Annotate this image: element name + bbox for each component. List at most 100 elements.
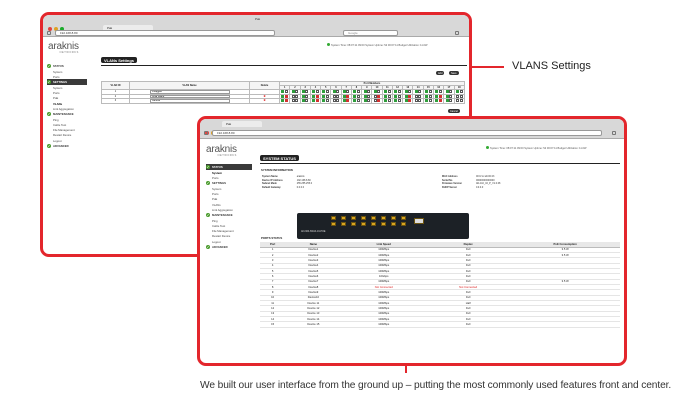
tagged-checkbox[interactable] [356, 99, 360, 103]
port-member-cell [381, 98, 393, 104]
title-rule [260, 163, 620, 164]
tagged-checkbox[interactable] [295, 90, 299, 94]
tagged-checkbox[interactable] [356, 90, 360, 94]
port-checkbox-pair [281, 99, 288, 103]
port-checkbox-pair [384, 94, 391, 98]
vlan-name-input[interactable] [149, 90, 230, 94]
check-circle-icon: ✓ [47, 80, 51, 85]
tagged-checkbox[interactable] [284, 90, 288, 94]
menu-icon[interactable] [455, 31, 459, 35]
tagged-checkbox[interactable] [418, 90, 422, 94]
tagged-checkbox[interactable] [387, 99, 391, 103]
tagged-checkbox[interactable] [295, 99, 299, 103]
tagged-checkbox[interactable] [387, 94, 391, 98]
tagged-checkbox[interactable] [305, 99, 309, 103]
tagged-checkbox[interactable] [367, 94, 370, 98]
browser-tab[interactable]: Pak [222, 121, 262, 127]
section-ports-status: PORTS STATUS [261, 236, 283, 240]
tagged-checkbox[interactable] [315, 99, 319, 103]
port-checkbox-pair [291, 90, 299, 94]
port-checkbox-pair [312, 94, 319, 98]
system-status-bar: System Time: 08:07:11 09:00 System Uptim… [326, 43, 427, 47]
tagged-checkbox[interactable] [305, 90, 309, 94]
tagged-checkbox[interactable] [325, 99, 329, 103]
tagged-checkbox[interactable] [408, 99, 412, 103]
delete-icon[interactable]: ✖ [263, 95, 265, 98]
search-input[interactable]: Google [343, 30, 398, 36]
port-checkbox-pair [425, 94, 432, 98]
tagged-checkbox[interactable] [459, 99, 463, 103]
back-icon[interactable] [204, 131, 208, 135]
tagged-checkbox[interactable] [438, 94, 442, 98]
tagged-checkbox[interactable] [418, 99, 422, 103]
vlan-name-input[interactable] [149, 94, 230, 98]
tagged-checkbox[interactable] [356, 94, 360, 98]
port-member-cell [391, 98, 404, 104]
tagged-checkbox[interactable] [377, 99, 381, 103]
port-checkbox-pair [425, 90, 432, 94]
back-icon[interactable] [47, 31, 51, 35]
tagged-checkbox[interactable] [387, 90, 391, 94]
port-row: 15 Device 15 100Mbps Full [260, 321, 620, 328]
port-checkbox-pair [404, 94, 412, 98]
tagged-checkbox[interactable] [315, 90, 319, 94]
tagged-checkbox[interactable] [325, 90, 329, 94]
sidebar-group-advanced[interactable]: ✓ ADVANCED [47, 143, 87, 149]
tagged-checkbox[interactable] [367, 99, 370, 103]
tagged-checkbox[interactable] [438, 99, 442, 103]
add-button[interactable]: Add [436, 71, 445, 75]
tagged-checkbox[interactable] [325, 94, 329, 98]
vlan-name-input[interactable] [149, 99, 230, 103]
tagged-checkbox[interactable] [377, 90, 381, 94]
tagged-checkbox[interactable] [408, 94, 412, 98]
tagged-checkbox[interactable] [428, 94, 432, 98]
url-input[interactable]: 192.168.8.80 [55, 30, 275, 36]
port-checkbox-pair [435, 90, 442, 94]
tagged-checkbox[interactable] [336, 90, 340, 94]
port-checkbox-pair [435, 99, 442, 103]
port-checkbox-pair [332, 90, 340, 94]
port-checkbox-pair [373, 99, 381, 103]
tagged-checkbox[interactable] [459, 94, 463, 98]
system-status-text: System Time: 08:07:11 09:00 System Uptim… [331, 44, 428, 47]
tagged-checkbox[interactable] [315, 94, 319, 98]
url-input[interactable]: 192.168.8.80 [212, 130, 602, 136]
tagged-checkbox[interactable] [284, 99, 288, 103]
tagged-checkbox[interactable] [284, 94, 288, 98]
port-checkbox-pair [425, 99, 432, 103]
port-checkbox-pair [342, 94, 350, 98]
tagged-checkbox[interactable] [397, 90, 401, 94]
tagged-checkbox[interactable] [418, 94, 422, 98]
tagged-checkbox[interactable] [428, 99, 432, 103]
switch-port [341, 222, 346, 226]
tagged-checkbox[interactable] [397, 99, 401, 103]
tagged-checkbox[interactable] [346, 94, 350, 98]
tagged-checkbox[interactable] [336, 99, 340, 103]
save-button[interactable]: Save [449, 71, 459, 75]
tagged-checkbox[interactable] [459, 90, 463, 94]
tagged-checkbox[interactable] [377, 94, 381, 98]
browser-chrome: Pak Pak 192.168.8.80 Google [43, 15, 469, 37]
tagged-checkbox[interactable] [449, 99, 453, 103]
tagged-checkbox[interactable] [449, 90, 453, 94]
tagged-checkbox[interactable] [305, 94, 309, 98]
cancel-button[interactable]: Cancel [448, 109, 460, 113]
tagged-checkbox[interactable] [346, 90, 350, 94]
tagged-checkbox[interactable] [408, 90, 412, 94]
port-member-cell [432, 98, 445, 104]
tagged-checkbox[interactable] [428, 90, 432, 94]
port-checkbox-pair [435, 94, 442, 98]
tagged-checkbox[interactable] [367, 90, 370, 94]
menu-icon[interactable] [612, 131, 616, 135]
tagged-checkbox[interactable] [295, 94, 299, 98]
sidebar-group-advanced[interactable]: ✓ ADVANCED [206, 244, 252, 250]
tagged-checkbox[interactable] [449, 94, 453, 98]
tagged-checkbox[interactable] [336, 94, 340, 98]
delete-icon[interactable]: ✖ [263, 99, 265, 102]
tagged-checkbox[interactable] [438, 90, 442, 94]
tagged-checkbox[interactable] [346, 99, 350, 103]
check-circle-icon: ✓ [47, 144, 51, 149]
tagged-checkbox[interactable] [397, 94, 401, 98]
sidebar-group-label: STATUS [212, 165, 223, 169]
port-checkbox-pair [291, 94, 299, 98]
